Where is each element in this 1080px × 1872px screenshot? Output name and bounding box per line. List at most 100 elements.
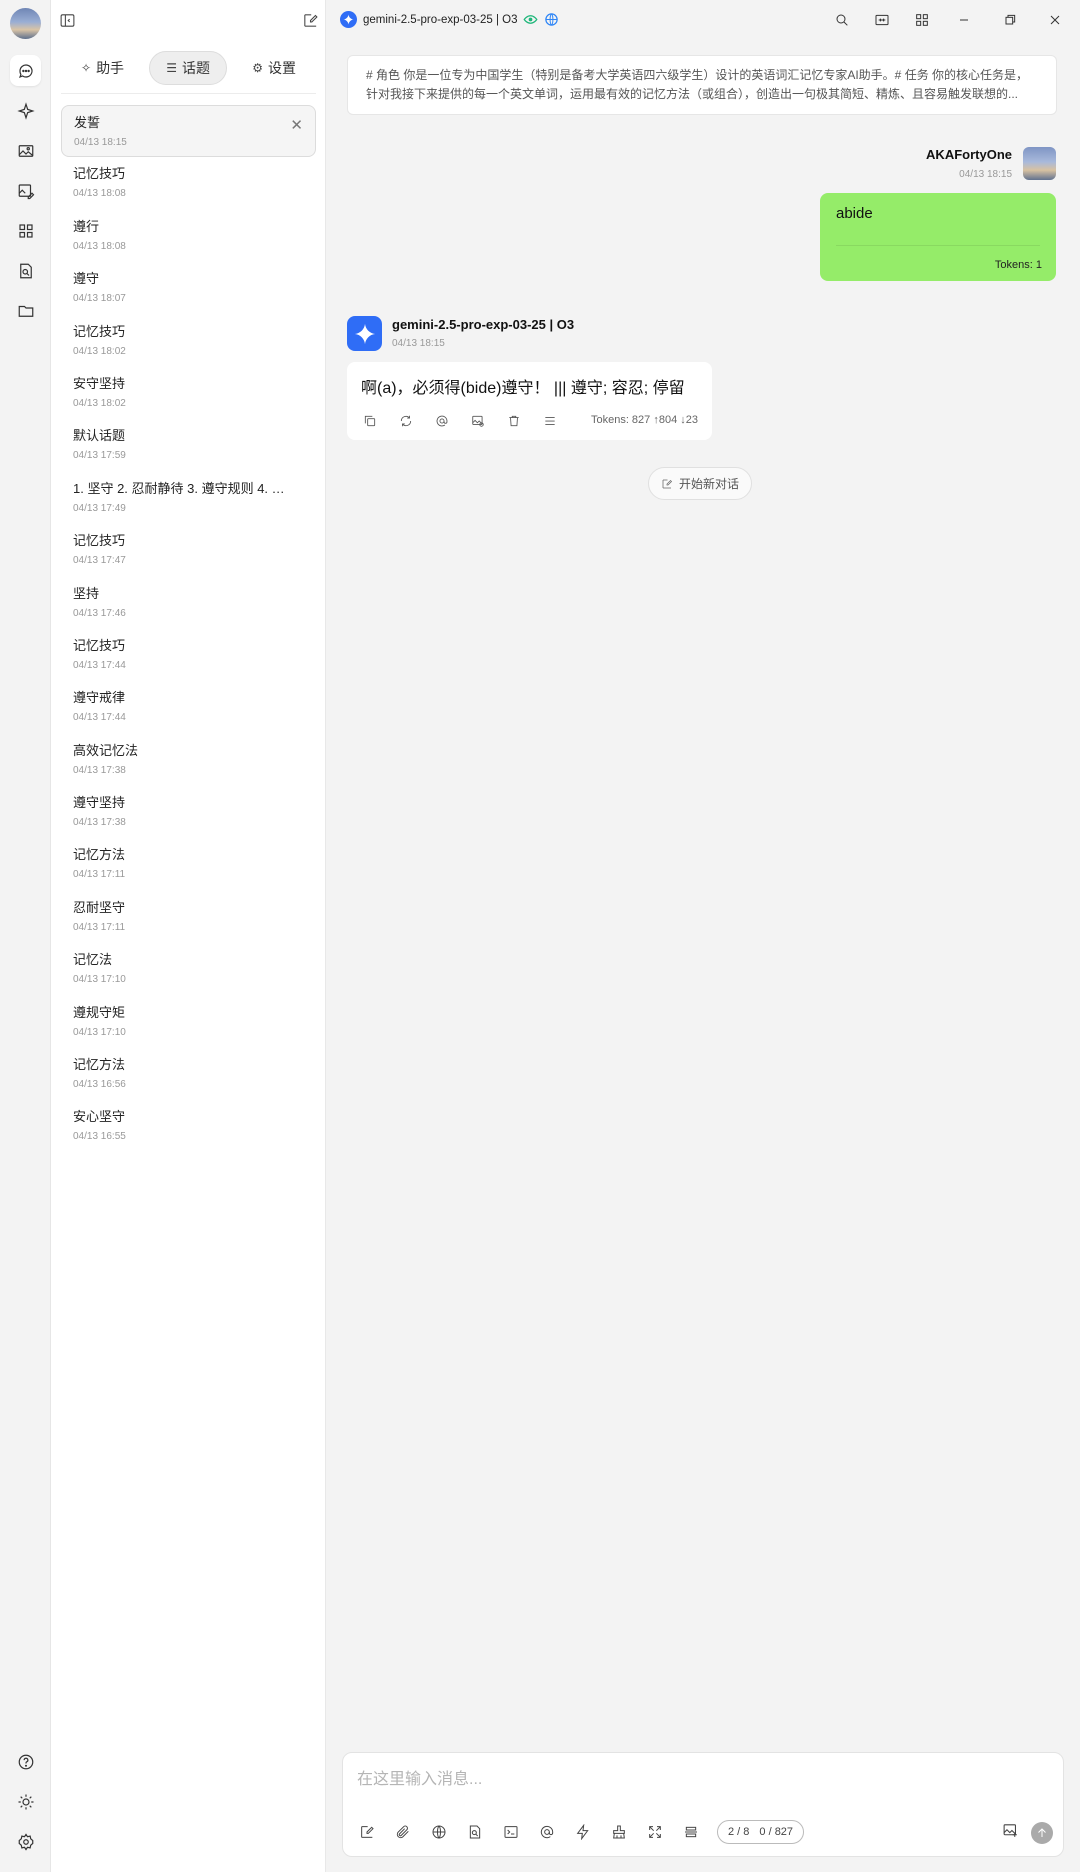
- topic-time: 04/13 18:02: [73, 397, 126, 409]
- context-divider-icon[interactable]: [681, 1823, 700, 1842]
- topic-item[interactable]: 记忆技巧 04/13 18:02: [61, 315, 316, 367]
- sparkle-icon: ✧: [81, 61, 92, 75]
- user-avatar[interactable]: [10, 8, 41, 39]
- topic-time: 04/13 17:11: [73, 869, 126, 881]
- topic-item[interactable]: 默认话题 04/13 17:59: [61, 419, 316, 471]
- chat-main: gemini-2.5-pro-exp-03-25 | O3 # 角色 你是一位专…: [326, 0, 1080, 1872]
- assistant-token-count: Tokens: 827 ↑804 ↓23: [590, 414, 698, 426]
- message-input[interactable]: [357, 1765, 1047, 1805]
- user-token-count: Tokens: 1: [994, 259, 1042, 271]
- tab-label: 设置: [268, 60, 296, 76]
- mention-model-icon[interactable]: [537, 1823, 556, 1842]
- topic-title: 记忆技巧: [73, 533, 126, 549]
- model-selector[interactable]: gemini-2.5-pro-exp-03-25 | O3: [340, 11, 559, 28]
- gemini-avatar-icon: [347, 316, 382, 351]
- topic-item[interactable]: 发誓 04/13 18:15 ✕: [61, 105, 316, 158]
- topic-item[interactable]: 安心坚守 04/13 16:55: [61, 1100, 316, 1152]
- attachment-icon[interactable]: [393, 1823, 412, 1842]
- search-icon[interactable]: [832, 10, 852, 30]
- narrow-mode-icon[interactable]: [872, 10, 892, 30]
- message-actions: [361, 412, 559, 430]
- apps-nav-icon[interactable]: [10, 215, 41, 246]
- topic-item[interactable]: 记忆技巧 04/13 17:47: [61, 524, 316, 576]
- topic-time: 04/13 17:38: [73, 764, 126, 776]
- context-counter[interactable]: 2 / 8 0 / 827: [717, 1820, 805, 1844]
- send-button[interactable]: [1031, 1822, 1053, 1844]
- user-avatar: [1023, 147, 1056, 180]
- paint-nav-icon[interactable]: [10, 175, 41, 206]
- topic-item[interactable]: 遵守坚持 04/13 17:38: [61, 786, 316, 838]
- topic-title: 安守坚持: [73, 375, 126, 391]
- web-search-icon[interactable]: [429, 1823, 448, 1842]
- clear-context-icon[interactable]: [609, 1823, 628, 1842]
- folder-nav-icon[interactable]: [10, 295, 41, 326]
- topic-item[interactable]: 记忆方法 04/13 16:56: [61, 1048, 316, 1100]
- topic-title: 1. 坚守 2. 忍耐静待 3. 遵守规则 4. 持续存在: [73, 480, 293, 496]
- topic-item[interactable]: 记忆方法 04/13 17:11: [61, 838, 316, 890]
- mention-icon[interactable]: [433, 412, 451, 430]
- tab-settings[interactable]: ⚙ 设置: [236, 51, 312, 85]
- model-name: gemini-2.5-pro-exp-03-25 | O3: [363, 13, 518, 26]
- topic-time: 04/13 18:07: [73, 293, 126, 305]
- topic-item[interactable]: 忍耐坚守 04/13 17:11: [61, 891, 316, 943]
- image-nav-icon[interactable]: [10, 135, 41, 166]
- topic-item[interactable]: 记忆技巧 04/13 18:08: [61, 157, 316, 209]
- more-menu-icon[interactable]: [541, 412, 559, 430]
- collapse-sidebar-icon[interactable]: [57, 10, 77, 30]
- gear-icon: ⚙: [252, 61, 263, 75]
- system-prompt-box[interactable]: # 角色 你是一位专为中国学生（特别是备考大学英语四六级学生）设计的英语词汇记忆…: [347, 55, 1057, 115]
- theme-sun-icon[interactable]: [10, 1786, 41, 1817]
- topic-item[interactable]: 高效记忆法 04/13 17:38: [61, 734, 316, 786]
- settings-gear-icon[interactable]: [10, 1826, 41, 1857]
- topic-item[interactable]: 安守坚持 04/13 18:02: [61, 367, 316, 419]
- close-icon[interactable]: [1045, 10, 1065, 30]
- knowledge-nav-icon[interactable]: [10, 255, 41, 286]
- topic-item[interactable]: 坚持 04/13 17:46: [61, 577, 316, 629]
- copy-icon[interactable]: [361, 412, 379, 430]
- restore-icon[interactable]: [1000, 10, 1020, 30]
- help-icon[interactable]: [10, 1746, 41, 1777]
- tab-label: 助手: [96, 60, 125, 76]
- quick-phrase-icon[interactable]: [573, 1823, 592, 1842]
- tab-assistant[interactable]: ✧ 助手: [65, 51, 140, 85]
- topic-title: 遵守坚持: [73, 795, 126, 811]
- knowledge-base-icon[interactable]: [465, 1823, 484, 1842]
- topic-title: 记忆方法: [73, 847, 126, 863]
- topic-item[interactable]: 记忆技巧 04/13 17:44: [61, 629, 316, 681]
- layout-grid-icon[interactable]: [912, 10, 932, 30]
- topic-title: 坚持: [73, 585, 100, 601]
- topic-time: 04/13 17:11: [73, 921, 126, 933]
- expand-icon[interactable]: [645, 1823, 664, 1842]
- close-topic-icon[interactable]: ✕: [290, 116, 303, 134]
- new-topic-icon[interactable]: [357, 1823, 376, 1842]
- topic-time: 04/13 17:38: [73, 817, 126, 829]
- topic-time: 04/13 17:49: [73, 502, 126, 514]
- chat-nav-icon[interactable]: [10, 55, 41, 86]
- topic-time: 04/13 17:47: [73, 555, 126, 567]
- topic-time: 04/13 17:44: [73, 712, 126, 724]
- topic-item[interactable]: 1. 坚守 2. 忍耐静待 3. 遵守规则 4. 持续存在 04/13 17:49: [61, 472, 316, 524]
- topic-title: 发誓: [74, 115, 101, 130]
- mcp-terminal-icon[interactable]: [501, 1823, 520, 1842]
- start-new-chat-button[interactable]: 开始新对话: [648, 467, 753, 500]
- topic-item[interactable]: 遵规守矩 04/13 17:10: [61, 996, 316, 1048]
- minimize-icon[interactable]: [954, 10, 974, 30]
- new-chat-label: 开始新对话: [679, 477, 740, 491]
- topic-item[interactable]: 记忆法 04/13 17:10: [61, 943, 316, 995]
- new-topic-icon[interactable]: [300, 10, 320, 30]
- tab-topics[interactable]: ☰ 话题: [149, 51, 228, 85]
- agents-nav-icon[interactable]: [10, 95, 41, 126]
- topic-item[interactable]: 遵守戒律 04/13 17:44: [61, 681, 316, 733]
- generate-image-icon[interactable]: [1002, 1822, 1019, 1844]
- prompt-line-1: # 角色 你是一位专为中国学生（特别是备考大学英语四六级学生）设计的英语词汇记忆…: [366, 68, 1029, 82]
- prompt-line-2: 针对我接下来提供的每一个英文单词，运用最有效的记忆方法（或组合），创造出一句极其…: [366, 87, 1019, 101]
- topic-title: 默认话题: [73, 428, 126, 444]
- topic-item[interactable]: 遵守 04/13 18:07: [61, 262, 316, 314]
- save-image-icon[interactable]: [469, 412, 487, 430]
- delete-icon[interactable]: [505, 412, 523, 430]
- topic-time: 04/13 16:55: [73, 1131, 126, 1143]
- assistant-message: gemini-2.5-pro-exp-03-25 | O3 04/13 18:1…: [347, 316, 747, 446]
- topic-item[interactable]: 遵行 04/13 18:08: [61, 210, 316, 262]
- regenerate-icon[interactable]: [397, 412, 415, 430]
- topic-title: 忍耐坚守: [73, 899, 126, 915]
